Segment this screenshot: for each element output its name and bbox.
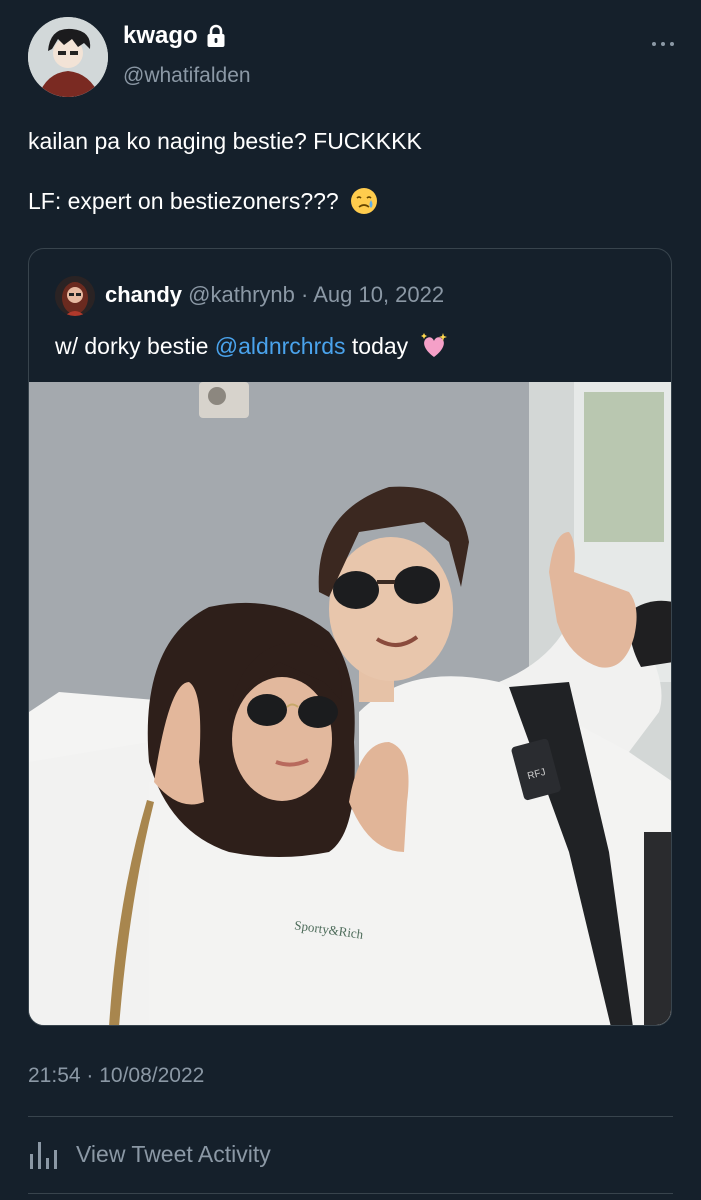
tweet-text-line2: LF: expert on bestiezoners??? xyxy=(28,186,379,216)
quoted-avatar-icon xyxy=(55,276,95,316)
tweet-text-line1: kailan pa ko naging bestie? FUCKKKK xyxy=(28,128,422,154)
crying-face-emoji-icon xyxy=(351,188,378,214)
quoted-tweet-date[interactable]: Aug 10, 2022 xyxy=(313,282,444,307)
view-tweet-activity-label[interactable]: View Tweet Activity xyxy=(76,1141,271,1168)
lock-icon xyxy=(207,24,225,47)
view-tweet-activity-button[interactable]: View Tweet Activity xyxy=(28,1138,271,1170)
tweet-text-line2-content: LF: expert on bestiezoners??? xyxy=(28,188,339,214)
tweet-timestamp[interactable]: 21:54 · 10/08/2022 xyxy=(28,1064,204,1088)
quoted-tweet-text: w/ dorky bestie @aldnrchrds today xyxy=(55,331,449,361)
analytics-bar-chart-icon xyxy=(30,1142,57,1169)
mention-link[interactable]: @aldnrchrds xyxy=(215,333,346,359)
quoted-author-handle[interactable]: @kathrynb xyxy=(188,282,295,307)
quoted-tweet-photo[interactable]: RFJ Sporty&Rich xyxy=(29,382,671,1025)
quoted-tweet-card[interactable]: chandy @kathrynb · Aug 10, 2022 w/ dorky… xyxy=(28,248,672,1026)
author-handle[interactable]: @whatifalden xyxy=(123,64,251,88)
quoted-separator: · xyxy=(301,282,309,307)
sparkling-heart-emoji-icon xyxy=(420,333,447,357)
divider-bottom xyxy=(28,1193,673,1194)
quoted-author-avatar[interactable] xyxy=(55,276,95,316)
author-display-name[interactable]: kwago xyxy=(123,22,198,50)
quoted-text-before: w/ dorky bestie xyxy=(55,333,215,359)
author-name-row[interactable]: kwago xyxy=(123,22,226,50)
photo-image: RFJ Sporty&Rich xyxy=(29,382,671,1025)
quoted-text-after: today xyxy=(345,333,409,359)
divider-top xyxy=(28,1116,673,1117)
author-avatar[interactable] xyxy=(28,17,108,97)
avatar-anime-boy-icon xyxy=(28,17,108,97)
more-options-icon[interactable] xyxy=(650,34,676,54)
quoted-tweet-header: chandy @kathrynb · Aug 10, 2022 xyxy=(105,282,444,308)
quoted-author-name[interactable]: chandy xyxy=(105,282,182,307)
